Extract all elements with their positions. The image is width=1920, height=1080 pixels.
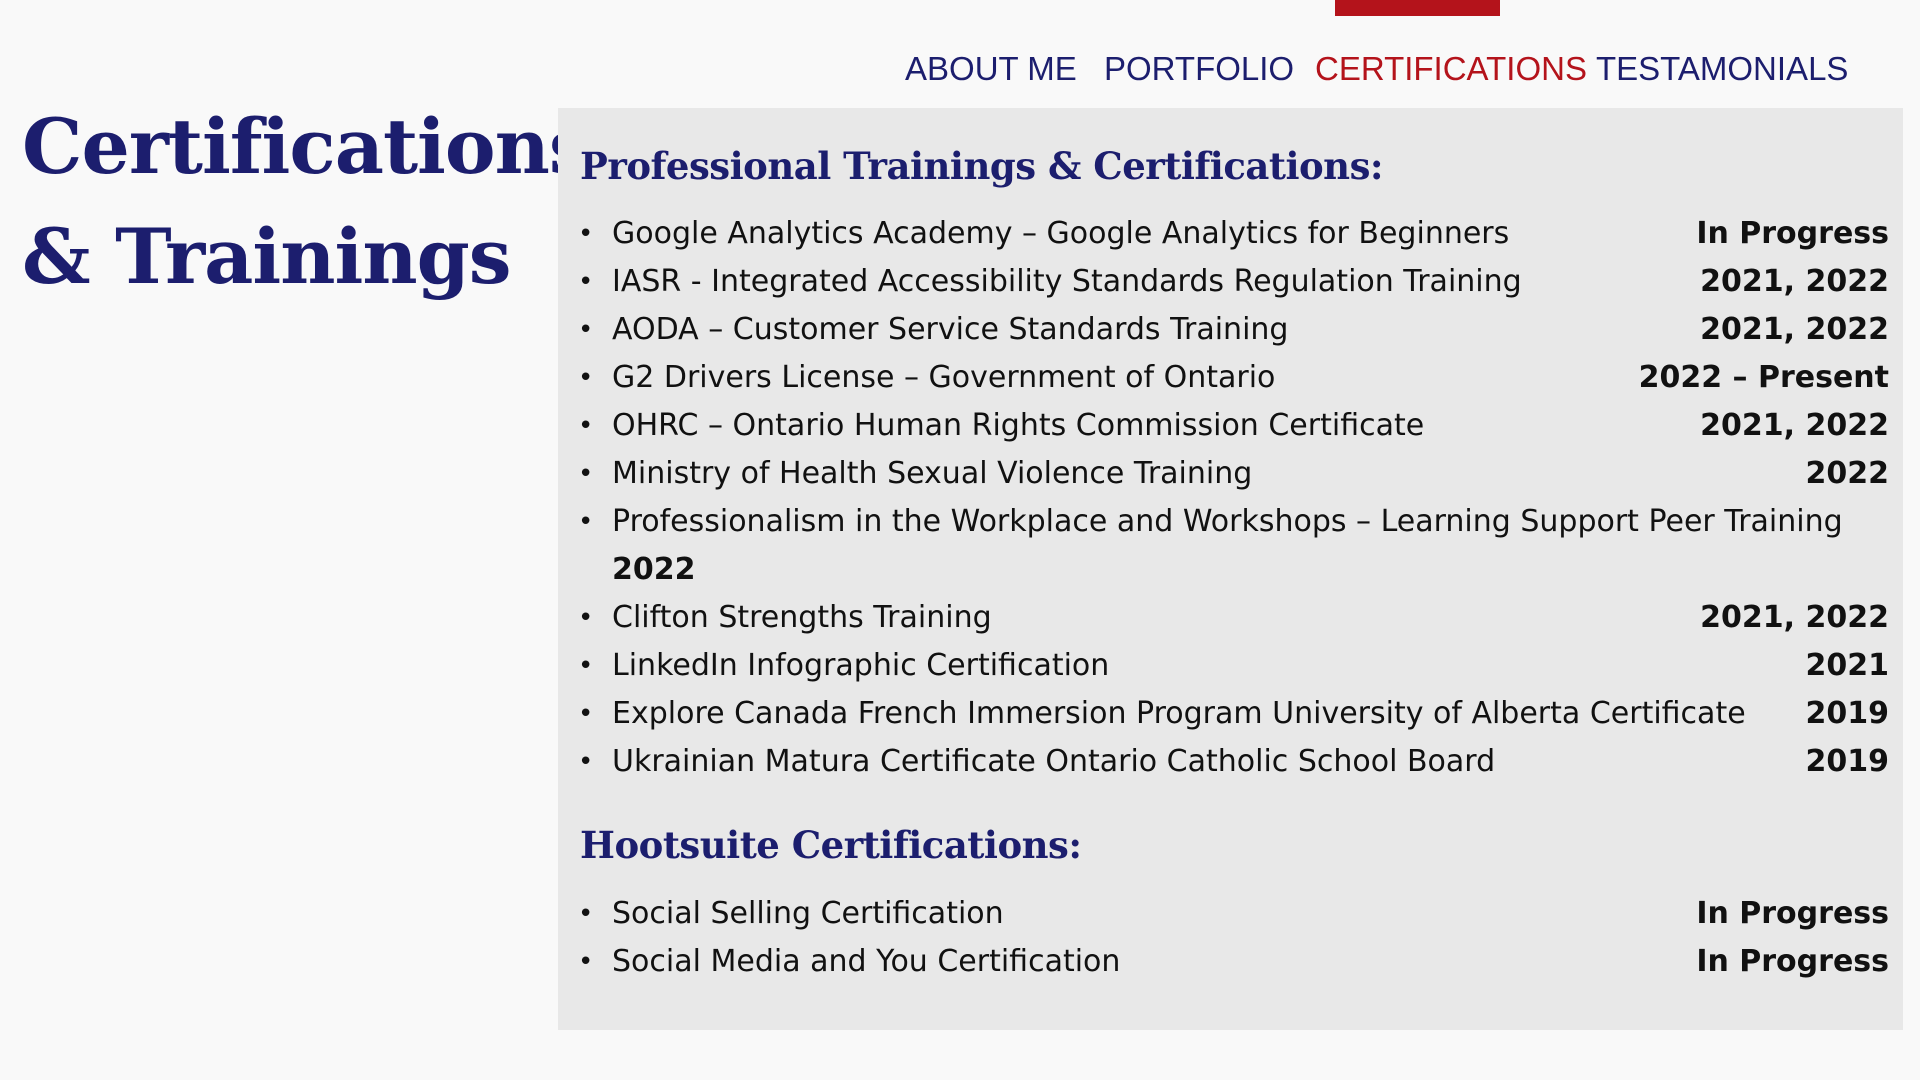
bullet-icon: • <box>578 507 594 537</box>
list-item: • Clifton Strengths Training 2021, 2022 <box>558 594 1903 642</box>
hootsuite-heading: Hootsuite Certifications: <box>580 823 1082 867</box>
item-title: Professionalism in the Workplace and Wor… <box>612 504 1843 539</box>
bullet-icon: • <box>578 363 594 393</box>
item-date: 2019 <box>1805 696 1890 731</box>
list-item: • Social Media and You Certification In … <box>558 938 1903 986</box>
hootsuite-list: • Social Selling Certification In Progre… <box>558 890 1903 986</box>
item-date: 2022 <box>612 552 696 587</box>
bullet-icon: • <box>578 459 594 489</box>
professional-heading: Professional Trainings & Certifications: <box>580 144 1384 188</box>
bullet-icon: • <box>578 267 594 297</box>
bullet-icon: • <box>578 899 594 929</box>
list-item: • IASR - Integrated Accessibility Standa… <box>558 258 1903 306</box>
item-date: 2021, 2022 <box>1700 600 1889 635</box>
certifications-panel: Professional Trainings & Certifications:… <box>558 108 1903 1030</box>
page-title: Certifications & Trainings <box>22 92 592 312</box>
nav-active-indicator <box>1335 0 1500 16</box>
nav-portfolio[interactable]: PORTFOLIO <box>1104 49 1294 89</box>
list-item: • Social Selling Certification In Progre… <box>558 890 1903 938</box>
item-title: LinkedIn Infographic Certification <box>612 648 1110 683</box>
item-date: In Progress <box>1696 944 1889 979</box>
item-title: Explore Canada French Immersion Program … <box>612 696 1746 731</box>
item-date: In Progress <box>1696 216 1889 251</box>
item-date: 2022 – Present <box>1638 360 1889 395</box>
item-date: 2022 <box>1805 456 1890 491</box>
item-date: In Progress <box>1696 896 1889 931</box>
bullet-icon: • <box>578 947 594 977</box>
item-date: 2021, 2022 <box>1700 408 1889 443</box>
page-title-line-2: & Trainings <box>22 212 512 301</box>
bullet-icon: • <box>578 747 594 777</box>
item-title: G2 Drivers License – Government of Ontar… <box>612 360 1276 395</box>
item-title: AODA – Customer Service Standards Traini… <box>612 312 1289 347</box>
list-item: • Professionalism in the Workplace and W… <box>558 498 1903 594</box>
page-title-line-1: Certifications <box>22 102 592 191</box>
professional-list: • Google Analytics Academy – Google Anal… <box>558 210 1903 786</box>
list-item: • G2 Drivers License – Government of Ont… <box>558 354 1903 402</box>
item-title: Ukrainian Matura Certificate Ontario Cat… <box>612 744 1496 779</box>
bullet-icon: • <box>578 315 594 345</box>
nav-certifications[interactable]: CERTIFICATIONS <box>1315 49 1587 89</box>
item-date: 2021, 2022 <box>1700 312 1889 347</box>
item-title: Google Analytics Academy – Google Analyt… <box>612 216 1510 251</box>
list-item: • AODA – Customer Service Standards Trai… <box>558 306 1903 354</box>
list-item: • LinkedIn Infographic Certification 202… <box>558 642 1903 690</box>
item-title: IASR - Integrated Accessibility Standard… <box>612 264 1522 299</box>
item-title: OHRC – Ontario Human Rights Commission C… <box>612 408 1425 443</box>
bullet-icon: • <box>578 699 594 729</box>
bullet-icon: • <box>578 219 594 249</box>
bullet-icon: • <box>578 411 594 441</box>
list-item: • Ministry of Health Sexual Violence Tra… <box>558 450 1903 498</box>
item-title: Social Selling Certification <box>612 896 1004 931</box>
item-date: 2021, 2022 <box>1700 264 1889 299</box>
list-item: • Explore Canada French Immersion Progra… <box>558 690 1903 738</box>
item-date: 2019 <box>1805 744 1890 779</box>
item-title: Ministry of Health Sexual Violence Train… <box>612 456 1253 491</box>
item-title: Clifton Strengths Training <box>612 600 992 635</box>
bullet-icon: • <box>578 603 594 633</box>
nav-about-me[interactable]: ABOUT ME <box>905 49 1077 89</box>
list-item: • OHRC – Ontario Human Rights Commission… <box>558 402 1903 450</box>
bullet-icon: • <box>578 651 594 681</box>
list-item: • Google Analytics Academy – Google Anal… <box>558 210 1903 258</box>
nav-testamonials[interactable]: TESTAMONIALS <box>1596 49 1848 89</box>
list-item: • Ukrainian Matura Certificate Ontario C… <box>558 738 1903 786</box>
item-date: 2021 <box>1805 648 1890 683</box>
item-title: Social Media and You Certification <box>612 944 1121 979</box>
